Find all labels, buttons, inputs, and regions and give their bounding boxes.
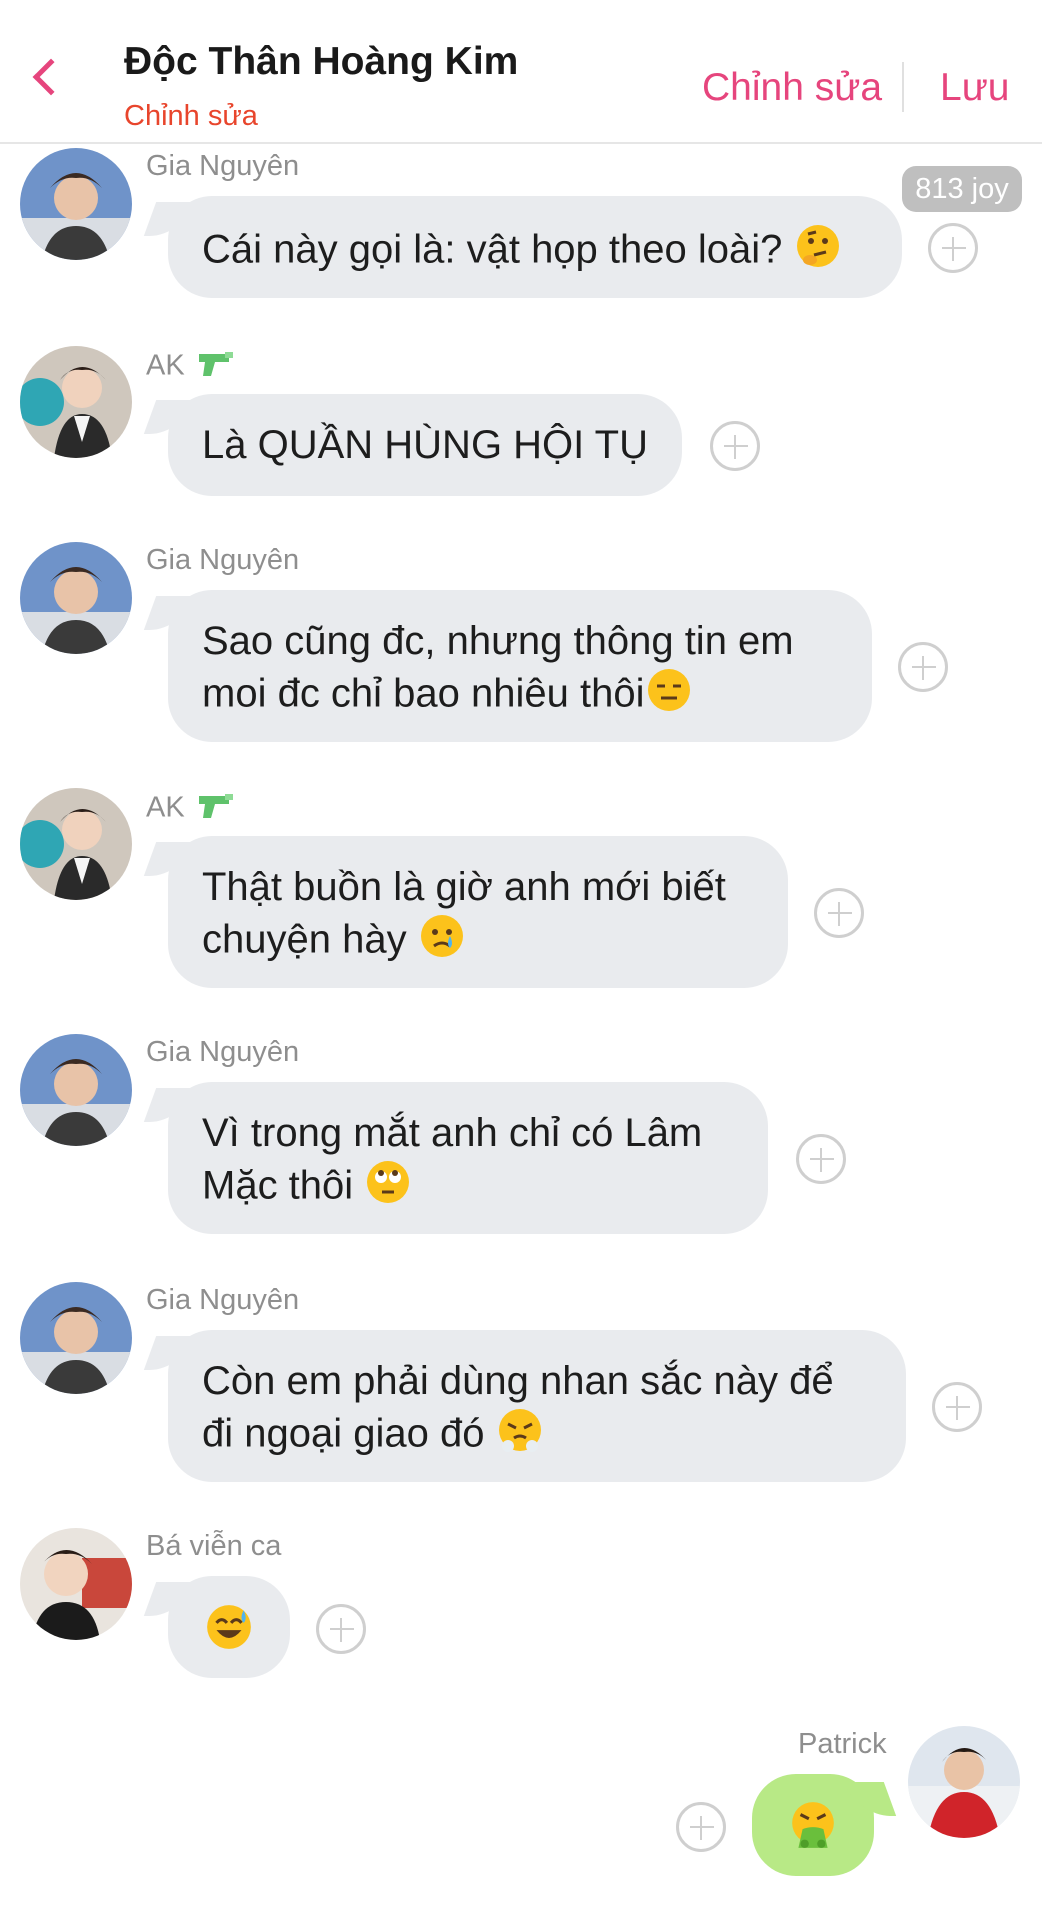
avatar-photo bbox=[20, 1528, 132, 1640]
message-text-line1: Còn em phải dùng nhan sắc này để bbox=[202, 1359, 834, 1403]
message-bubble[interactable]: Vì trong mắt anh chỉ có Lâm Mặc thôi bbox=[168, 1082, 768, 1234]
sender-name: Gia Nguyên bbox=[146, 150, 300, 182]
thinking-face-icon bbox=[794, 222, 842, 282]
crying-face-icon bbox=[418, 912, 466, 972]
sweat-smile-face-icon bbox=[204, 1602, 254, 1664]
avatar-ba-vien-ca[interactable] bbox=[20, 1528, 132, 1640]
add-reaction-button[interactable] bbox=[814, 888, 864, 938]
message-text-line2: moi đc chỉ bao nhiêu thôi bbox=[202, 671, 645, 716]
add-reaction-button[interactable] bbox=[898, 642, 948, 692]
avatar-gia-nguyen[interactable] bbox=[20, 542, 132, 654]
add-reaction-button[interactable] bbox=[676, 1802, 726, 1852]
water-gun-icon bbox=[195, 790, 235, 828]
message-text-line2: đi ngoại giao đó bbox=[202, 1411, 485, 1456]
edit-button[interactable]: Chỉnh sửa bbox=[702, 66, 882, 110]
avatar-ak[interactable] bbox=[20, 346, 132, 458]
message-text-line2: Mặc thôi bbox=[202, 1163, 354, 1208]
add-reaction-button[interactable] bbox=[796, 1134, 846, 1184]
avatar-photo bbox=[908, 1726, 1020, 1838]
add-reaction-button[interactable] bbox=[932, 1382, 982, 1432]
avatar-photo bbox=[20, 788, 132, 900]
chat-subtitle[interactable]: Chỉnh sửa bbox=[124, 100, 258, 133]
sender-name: AK bbox=[146, 790, 235, 828]
own-message-bubble[interactable] bbox=[752, 1774, 874, 1876]
joy-badge: 813 joy bbox=[902, 166, 1022, 212]
message-text-line2: chuyện hày bbox=[202, 917, 407, 962]
avatar-gia-nguyen[interactable] bbox=[20, 148, 132, 260]
vomiting-face-icon bbox=[788, 1800, 838, 1862]
avatar-gia-nguyen[interactable] bbox=[20, 1034, 132, 1146]
water-gun-icon bbox=[195, 348, 235, 386]
sender-name: Patrick bbox=[798, 1728, 887, 1760]
avatar-gia-nguyen[interactable] bbox=[20, 1282, 132, 1394]
message-bubble[interactable]: Cái này gọi là: vật họp theo loài? bbox=[168, 196, 902, 298]
sender-name-text: AK bbox=[146, 791, 185, 824]
message-bubble[interactable]: Thật buồn là giờ anh mới biết chuyện hày bbox=[168, 836, 788, 988]
avatar-ak[interactable] bbox=[20, 788, 132, 900]
message-bubble[interactable]: Sao cũng đc, nhưng thông tin em moi đc c… bbox=[168, 590, 872, 742]
message-bubble[interactable]: Là QUẦN HÙNG HỘI TỤ bbox=[168, 394, 682, 496]
avatar-photo bbox=[20, 542, 132, 654]
expressionless-face-icon bbox=[645, 666, 693, 726]
save-button[interactable]: Lưu bbox=[940, 66, 1010, 110]
sender-name: AK bbox=[146, 348, 235, 386]
message-text: Cái này gọi là: vật họp theo loài? bbox=[202, 227, 783, 272]
add-reaction-button[interactable] bbox=[710, 421, 760, 471]
avatar-patrick[interactable] bbox=[908, 1726, 1020, 1838]
eye-roll-face-icon bbox=[364, 1158, 412, 1218]
sender-name: Gia Nguyên bbox=[146, 1284, 300, 1316]
avatar-photo bbox=[20, 346, 132, 458]
chat-title: Độc Thân Hoàng Kim bbox=[124, 40, 519, 83]
sender-name: Gia Nguyên bbox=[146, 1036, 300, 1068]
add-reaction-button[interactable] bbox=[928, 223, 978, 273]
sender-name: Bá viễn ca bbox=[146, 1530, 282, 1562]
message-text-line1: Sao cũng đc, nhưng thông tin em bbox=[202, 619, 794, 663]
message-text-line1: Vì trong mắt anh chỉ có Lâm bbox=[202, 1111, 703, 1155]
sender-name-text: AK bbox=[146, 349, 185, 382]
message-bubble[interactable] bbox=[168, 1576, 290, 1678]
chat-header: Độc Thân Hoàng Kim Chỉnh sửa Chỉnh sửa L… bbox=[0, 0, 1042, 144]
avatar-photo bbox=[20, 1282, 132, 1394]
header-divider bbox=[902, 62, 904, 112]
add-reaction-button[interactable] bbox=[316, 1604, 366, 1654]
sender-name: Gia Nguyên bbox=[146, 544, 300, 576]
steam-nose-face-icon bbox=[496, 1406, 544, 1466]
message-text-line1: Thật buồn là giờ anh mới biết bbox=[202, 865, 726, 909]
avatar-photo bbox=[20, 148, 132, 260]
message-text: Là QUẦN HÙNG HỘI TỤ bbox=[202, 423, 648, 467]
back-chevron-icon[interactable] bbox=[32, 58, 70, 96]
message-bubble[interactable]: Còn em phải dùng nhan sắc này để đi ngoạ… bbox=[168, 1330, 906, 1482]
avatar-photo bbox=[20, 1034, 132, 1146]
